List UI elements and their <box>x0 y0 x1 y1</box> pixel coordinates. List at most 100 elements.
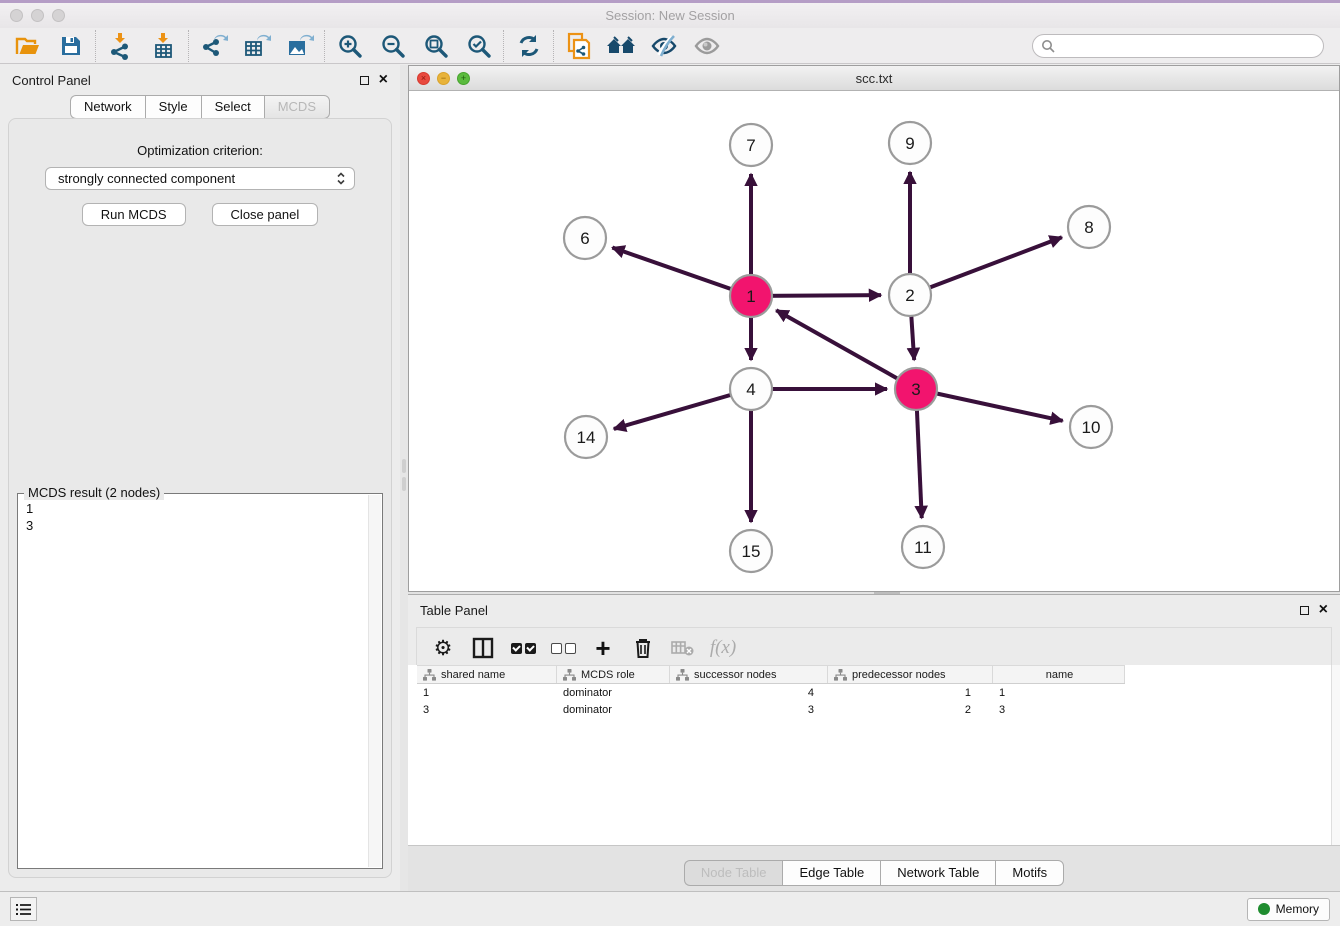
tab-network-table[interactable]: Network Table <box>880 860 995 886</box>
table-cell[interactable]: 3 <box>993 704 1125 716</box>
zoom-out-icon[interactable] <box>371 29 414 63</box>
graph-node-3[interactable]: 3 <box>895 368 937 410</box>
export-network-icon[interactable] <box>192 29 235 63</box>
search-field[interactable] <box>1032 34 1324 58</box>
network-canvas[interactable]: 7 9 6 8 1 2 4 3 14 10 15 11 <box>409 91 1339 591</box>
gear-icon[interactable]: ⚙ <box>425 630 461 666</box>
criterion-dropdown[interactable]: strongly connected component <box>45 167 355 190</box>
graph-node-9[interactable]: 9 <box>889 122 931 164</box>
table-footer: Node TableEdge TableNetwork TableMotifs <box>408 845 1340 891</box>
tab-network[interactable]: Network <box>70 95 145 119</box>
task-history-button[interactable] <box>10 897 37 921</box>
table-scrollbar[interactable] <box>1331 665 1340 845</box>
tab-edge-table[interactable]: Edge Table <box>782 860 880 886</box>
table-cell[interactable]: dominator <box>557 687 670 699</box>
tab-motifs[interactable]: Motifs <box>995 860 1064 886</box>
svg-text:1: 1 <box>746 287 755 306</box>
column-header-name[interactable]: name <box>993 666 1125 683</box>
table-body: 1dominator4113dominator323 <box>417 684 1125 718</box>
result-line: 1 <box>26 500 374 517</box>
table-cell[interactable]: 3 <box>670 704 828 716</box>
graph-node-6[interactable]: 6 <box>564 217 606 259</box>
graph-node-2[interactable]: 2 <box>889 274 931 316</box>
column-header-shared-name[interactable]: shared name <box>417 666 557 683</box>
table-header-row: shared nameMCDS rolesuccessor nodes prede… <box>417 665 1125 684</box>
column-header-mcds-role[interactable]: MCDS role <box>557 666 670 683</box>
deselect-all-icon[interactable] <box>545 630 581 666</box>
table-cell[interactable]: 3 <box>417 704 557 716</box>
columns-icon[interactable] <box>465 630 501 666</box>
import-network-icon[interactable] <box>99 29 142 63</box>
open-folder-icon[interactable] <box>6 29 49 63</box>
graph-node-4[interactable]: 4 <box>730 368 772 410</box>
column-label: name <box>1046 669 1074 681</box>
vertical-splitter[interactable] <box>400 65 408 891</box>
minimize-window-icon[interactable] <box>31 9 44 22</box>
memory-button[interactable]: Memory <box>1247 898 1330 921</box>
home-icon[interactable] <box>600 29 643 63</box>
search-icon <box>1041 39 1055 53</box>
graph-edge-3-10[interactable] <box>916 389 1063 421</box>
svg-text:3: 3 <box>911 380 920 399</box>
optimization-label: Optimization criterion: <box>9 143 391 158</box>
column-label: predecessor nodes <box>852 669 946 681</box>
graph-edge-3-1[interactable] <box>776 310 916 389</box>
import-table-icon[interactable] <box>142 29 185 63</box>
search-input[interactable] <box>1061 39 1315 53</box>
column-header-predecessor-nodes[interactable]: predecessor nodes <box>828 666 993 683</box>
svg-text:11: 11 <box>914 538 932 557</box>
zoom-window-icon[interactable] <box>52 9 65 22</box>
column-header-successor-nodes[interactable]: successor nodes <box>670 666 828 683</box>
export-image-icon[interactable] <box>278 29 321 63</box>
table-cell[interactable]: 1 <box>828 687 993 699</box>
add-icon[interactable]: + <box>585 630 621 666</box>
float-table-panel-icon[interactable] <box>1300 606 1309 615</box>
table-cell[interactable]: 1 <box>993 687 1125 699</box>
close-table-panel-icon[interactable]: × <box>1319 605 1328 615</box>
table-cell[interactable]: 2 <box>828 704 993 716</box>
table-row[interactable]: 3dominator323 <box>417 701 1125 718</box>
export-table-icon[interactable] <box>235 29 278 63</box>
zoom-fit-icon[interactable] <box>414 29 457 63</box>
table-cell[interactable]: dominator <box>557 704 670 716</box>
close-panel-icon[interactable]: × <box>379 75 388 85</box>
close-panel-button[interactable]: Close panel <box>212 203 319 226</box>
zoom-selected-icon[interactable] <box>457 29 500 63</box>
tab-select[interactable]: Select <box>201 95 264 119</box>
control-panel-tabs: NetworkStyleSelectMCDS <box>0 95 400 119</box>
float-panel-icon[interactable] <box>360 76 369 85</box>
table-panel-title: Table Panel <box>420 603 488 618</box>
result-scrollbar[interactable] <box>368 495 381 867</box>
tab-style[interactable]: Style <box>145 95 201 119</box>
tab-mcds[interactable]: MCDS <box>264 95 330 119</box>
graph-node-11[interactable]: 11 <box>902 526 944 568</box>
table-row[interactable]: 1dominator411 <box>417 684 1125 701</box>
graph-node-10[interactable]: 10 <box>1070 406 1112 448</box>
graph-node-15[interactable]: 15 <box>730 530 772 572</box>
copy-network-icon[interactable] <box>557 29 600 63</box>
table-cell[interactable]: 1 <box>417 687 557 699</box>
hide-eye-icon[interactable] <box>643 29 686 63</box>
refresh-icon[interactable] <box>507 29 550 63</box>
control-panel-header: Control Panel × <box>0 65 400 95</box>
edit-column-icon <box>834 669 847 681</box>
save-icon[interactable] <box>49 29 92 63</box>
control-panel: Control Panel × NetworkStyleSelectMCDS O… <box>0 65 400 891</box>
mcds-result-lines: 13 <box>18 494 382 540</box>
eye-icon[interactable] <box>686 29 729 63</box>
run-mcds-button[interactable]: Run MCDS <box>82 203 186 226</box>
graph-node-7[interactable]: 7 <box>730 124 772 166</box>
delete-icon[interactable] <box>625 630 661 666</box>
graph-node-1[interactable]: 1 <box>730 275 772 317</box>
graph-node-14[interactable]: 14 <box>565 416 607 458</box>
select-all-icon[interactable] <box>505 630 541 666</box>
graph-node-8[interactable]: 8 <box>1068 206 1110 248</box>
table-cell[interactable]: 4 <box>670 687 828 699</box>
zoom-in-icon[interactable] <box>328 29 371 63</box>
graph-edge-2-8[interactable] <box>910 237 1062 295</box>
svg-text:4: 4 <box>746 380 755 399</box>
table-panel-header: Table Panel × <box>408 595 1340 625</box>
close-window-icon[interactable] <box>10 9 23 22</box>
tab-node-table[interactable]: Node Table <box>684 860 783 886</box>
mcds-result-title: MCDS result (2 nodes) <box>24 485 164 500</box>
